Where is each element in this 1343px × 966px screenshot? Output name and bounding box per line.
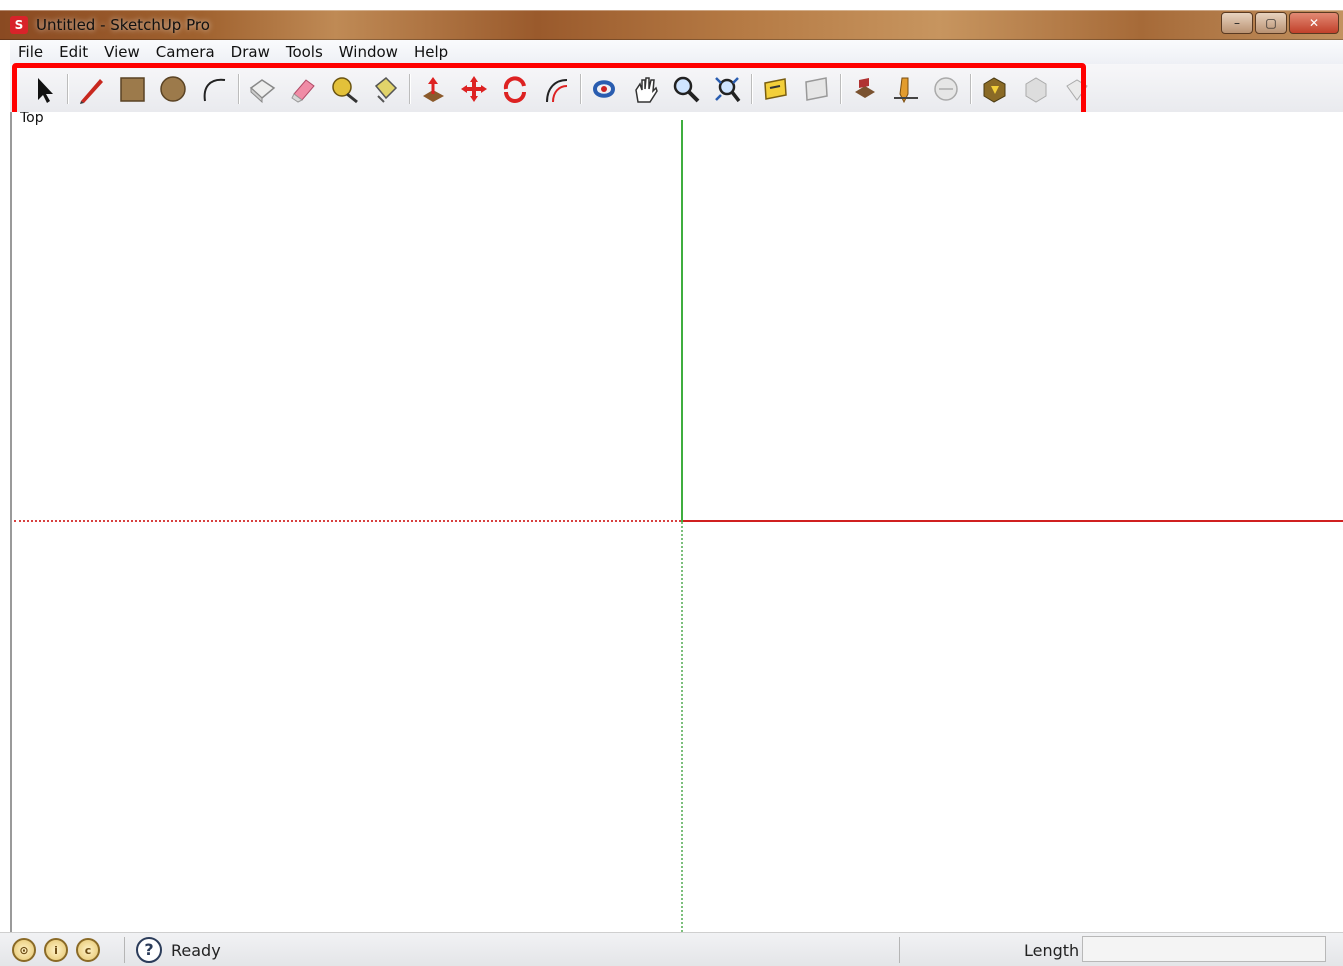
minimize-button[interactable]: – (1221, 12, 1253, 34)
eraser-icon[interactable] (286, 72, 320, 106)
style-builder-icon[interactable] (1059, 72, 1093, 106)
circle-icon[interactable] (156, 72, 190, 106)
share-model-icon[interactable] (799, 72, 833, 106)
menu-tools[interactable]: Tools (278, 43, 331, 61)
status-icons: ⊙ i c (12, 938, 100, 962)
zoom-icon[interactable] (669, 72, 703, 106)
copyright-icon[interactable]: c (76, 938, 100, 962)
select-icon[interactable] (26, 72, 60, 106)
length-input[interactable] (1082, 936, 1326, 962)
paint-bucket-icon[interactable] (368, 72, 402, 106)
toolbar-separator (238, 74, 239, 104)
menu-edit[interactable]: Edit (51, 43, 96, 61)
menu-view[interactable]: View (96, 43, 148, 61)
getting-started-toolbar (10, 64, 1343, 113)
toolbar-separator (67, 74, 68, 104)
tape-measure-icon[interactable] (327, 72, 361, 106)
orbit-icon[interactable] (587, 72, 621, 106)
geo-location-icon[interactable]: ⊙ (12, 938, 36, 962)
make-component-icon[interactable] (245, 72, 279, 106)
status-separator (899, 937, 900, 963)
pan-icon[interactable] (628, 72, 662, 106)
toolbar-separator (409, 74, 410, 104)
push-pull-icon[interactable] (416, 72, 450, 106)
move-icon[interactable] (457, 72, 491, 106)
3d-warehouse-icon[interactable] (758, 72, 792, 106)
offset-icon[interactable] (539, 72, 573, 106)
title-bar: S Untitled - SketchUp Pro – ▢ ✕ (0, 10, 1343, 40)
preview-model-icon[interactable] (888, 72, 922, 106)
drawing-viewport[interactable]: Top (10, 112, 1343, 932)
window-title: Untitled - SketchUp Pro (36, 16, 210, 34)
toolbar-separator (751, 74, 752, 104)
red-axis (683, 520, 1343, 522)
toolbar-icon-row (26, 72, 1100, 106)
pencil-line-icon[interactable] (74, 72, 108, 106)
green-axis (681, 120, 683, 522)
sketchup-logo-icon: S (10, 16, 28, 34)
maximize-button[interactable]: ▢ (1255, 12, 1287, 34)
toolbar-separator (580, 74, 581, 104)
menu-window[interactable]: Window (331, 43, 406, 61)
arc-icon[interactable] (197, 72, 231, 106)
close-button[interactable]: ✕ (1289, 12, 1339, 34)
get-models-icon[interactable] (929, 72, 963, 106)
rectangle-icon[interactable] (115, 72, 149, 106)
status-bar: ⊙ i c ? Ready Length (0, 932, 1343, 966)
menu-camera[interactable]: Camera (148, 43, 223, 61)
red-axis-negative (14, 520, 681, 522)
menu-file[interactable]: File (10, 43, 51, 61)
toolbar-separator (840, 74, 841, 104)
menu-draw[interactable]: Draw (223, 43, 278, 61)
menu-help[interactable]: Help (406, 43, 456, 61)
rotate-icon[interactable] (498, 72, 532, 106)
zoom-extents-icon[interactable] (710, 72, 744, 106)
credits-icon[interactable]: i (44, 938, 68, 962)
help-icon[interactable]: ? (136, 937, 162, 963)
toolbar-separator (970, 74, 971, 104)
green-axis-negative (681, 522, 683, 932)
photo-textures-icon[interactable] (847, 72, 881, 106)
extension-warehouse-icon[interactable] (977, 72, 1011, 106)
window-controls: – ▢ ✕ (1221, 12, 1339, 34)
menu-bar: File Edit View Camera Draw Tools Window … (10, 40, 1343, 64)
status-text: Ready (171, 941, 221, 960)
layout-icon[interactable] (1018, 72, 1052, 106)
status-separator (124, 937, 125, 963)
view-label: Top (20, 112, 44, 126)
length-label: Length (1024, 941, 1080, 960)
